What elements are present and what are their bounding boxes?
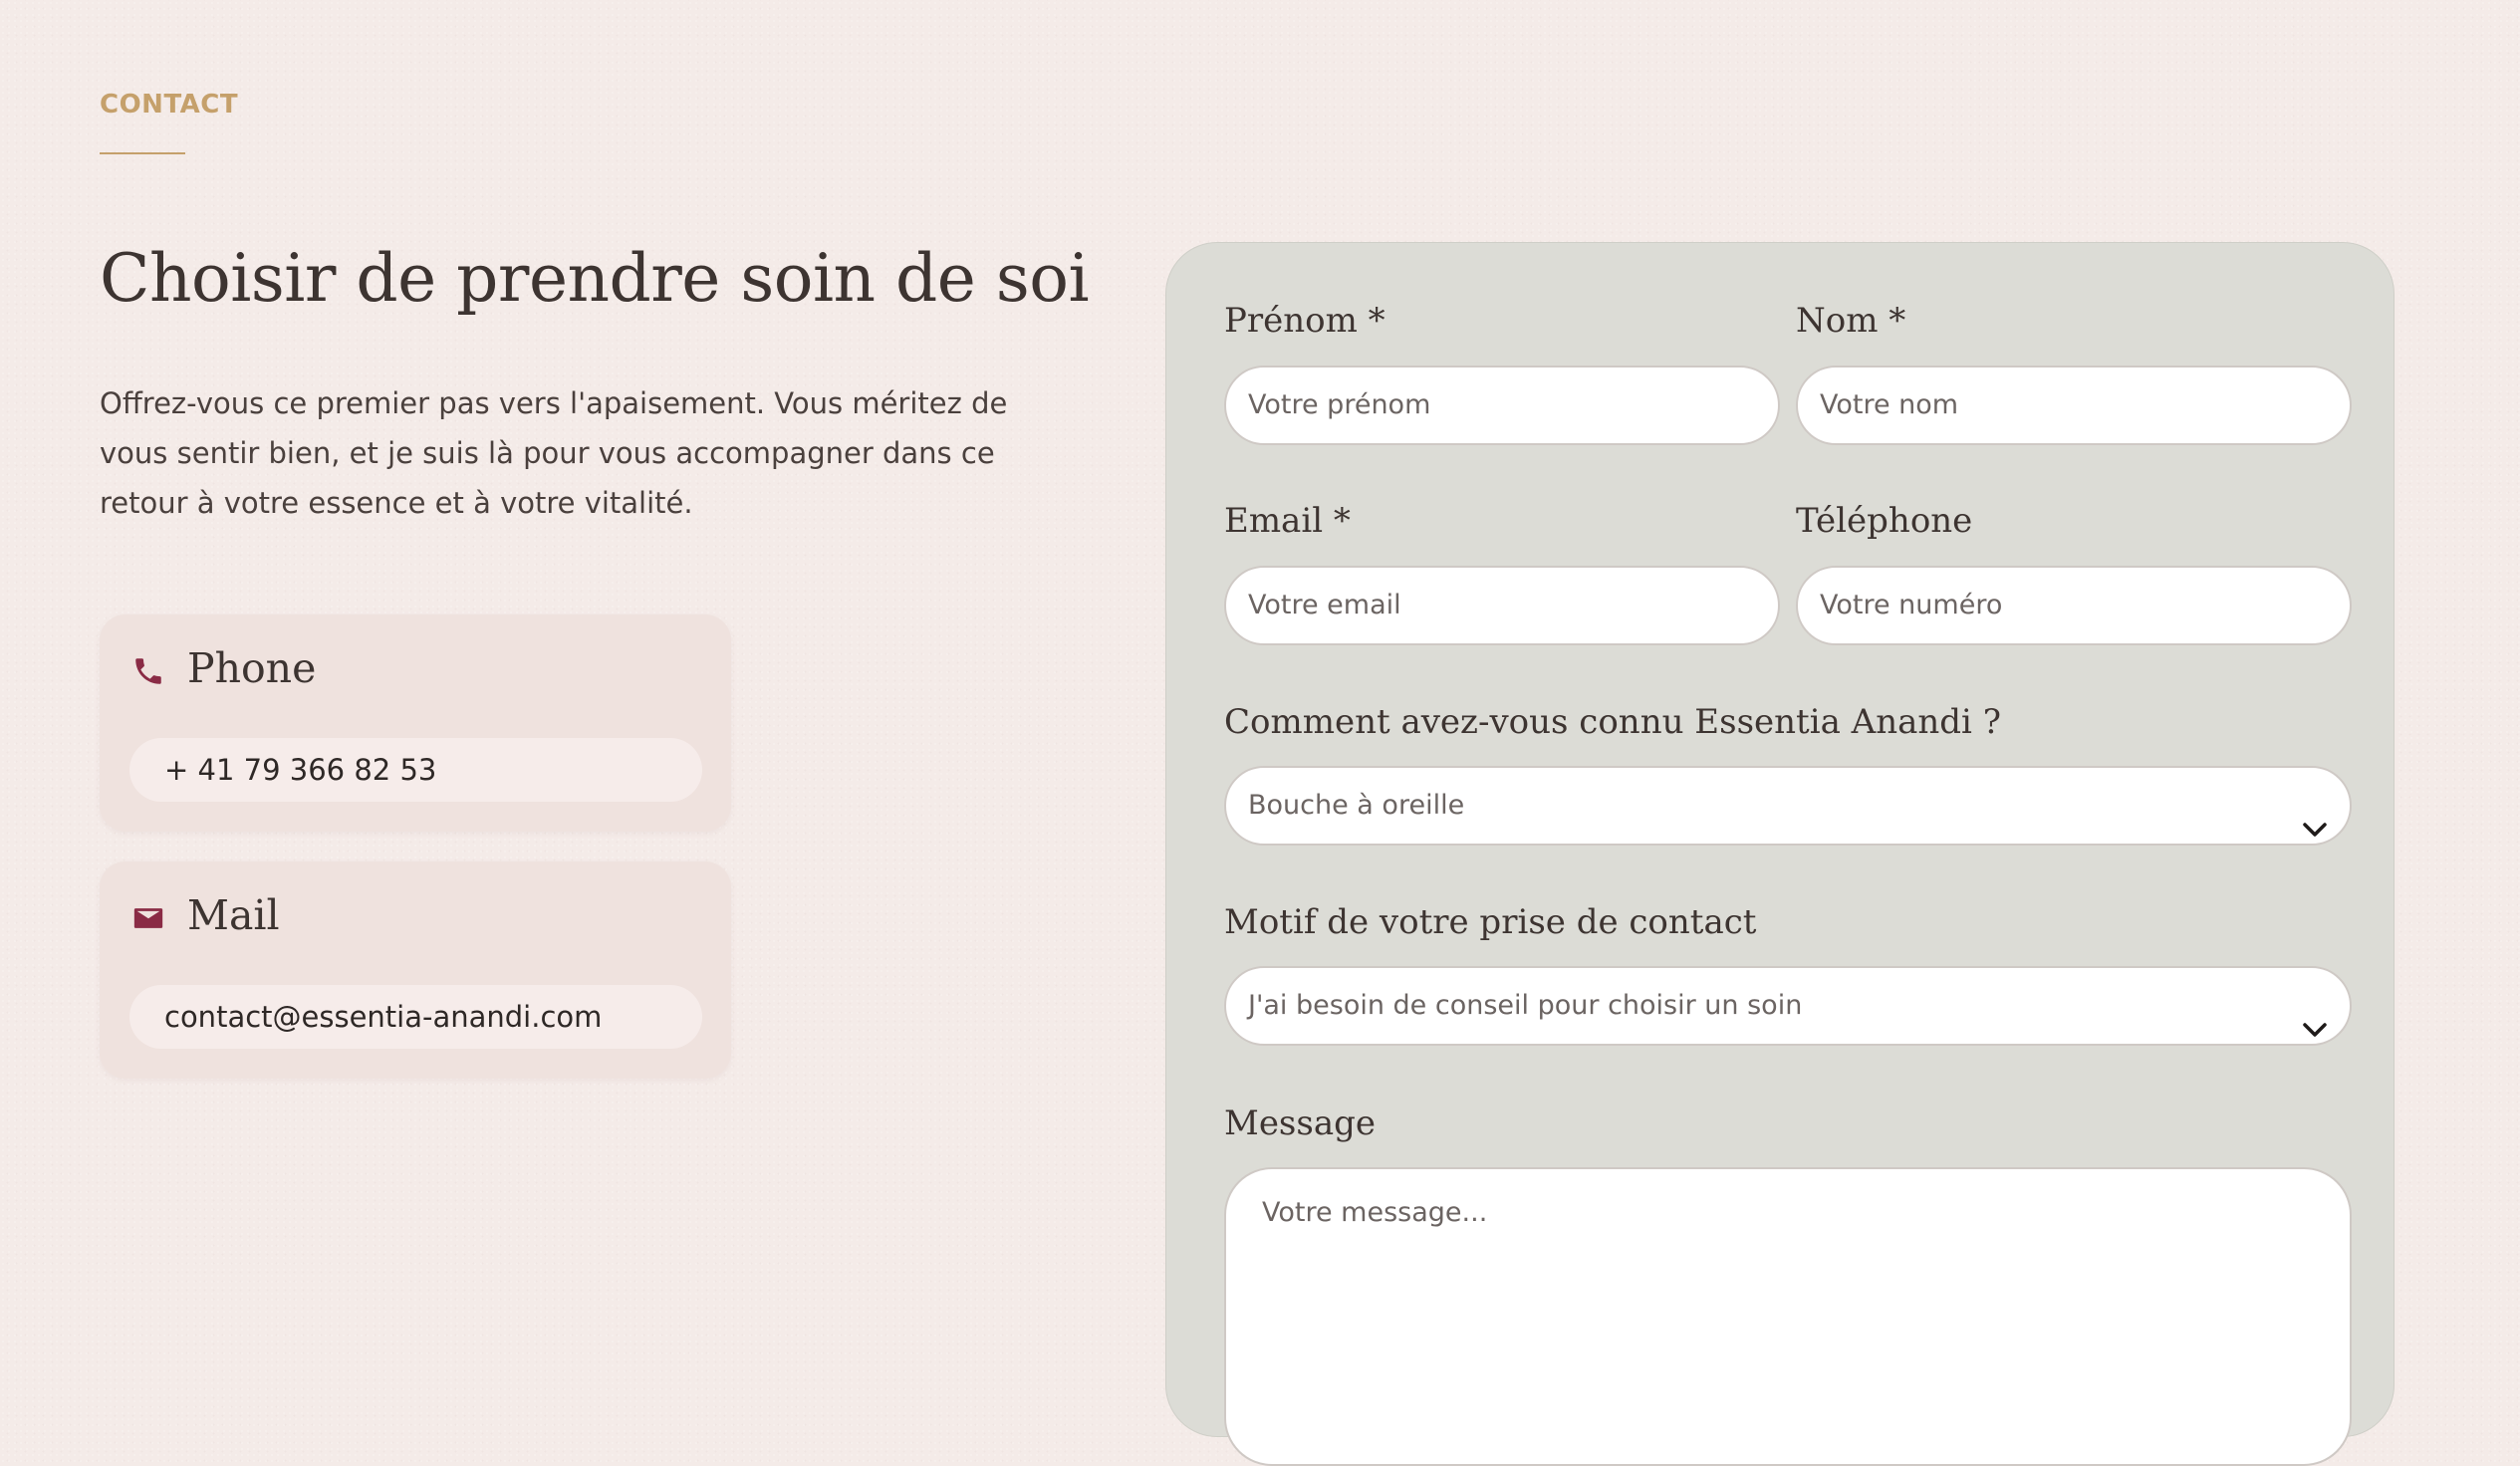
last-name-input[interactable]: Votre nom: [1796, 366, 2352, 445]
chevron-down-icon: [2302, 795, 2328, 837]
chevron-down-icon: [2302, 995, 2328, 1037]
reason-select[interactable]: J'ai besoin de conseil pour choisir un s…: [1224, 966, 2352, 1046]
source-label: Comment avez-vous connu Essentia Anandi …: [1224, 702, 2001, 742]
phone-icon: [131, 654, 165, 688]
first-name-label: Prénom *: [1224, 301, 1386, 341]
page-title: Choisir de prendre soin de soi: [100, 240, 1090, 317]
envelope-icon: [131, 901, 165, 935]
message-label: Message: [1224, 1103, 1376, 1143]
email-label: Email *: [1224, 501, 1351, 541]
reason-label: Motif de votre prise de contact: [1224, 902, 1757, 942]
intro-text: Offrez-vous ce premier pas vers l'apaise…: [100, 386, 1008, 520]
message-textarea[interactable]: Votre message...: [1224, 1167, 2352, 1466]
source-select[interactable]: Bouche à oreille: [1224, 766, 2352, 846]
section-eyebrow: CONTACT: [100, 90, 239, 120]
phone-label: Téléphone: [1796, 501, 1973, 541]
phone-card: Phone + 41 79 366 82 53: [100, 614, 731, 832]
phone-card-title: Phone: [187, 644, 317, 692]
eyebrow-divider: [100, 152, 185, 154]
email-address[interactable]: contact@essentia-anandi.com: [129, 985, 702, 1049]
phone-input[interactable]: Votre numéro: [1796, 566, 2352, 645]
first-name-input[interactable]: Votre prénom: [1224, 366, 1780, 445]
email-input[interactable]: Votre email: [1224, 566, 1780, 645]
mail-card-title: Mail: [187, 891, 280, 939]
reason-selected-value: J'ai besoin de conseil pour choisir un s…: [1248, 990, 1803, 1021]
contact-form: Prénom * Votre prénom Nom * Votre nom Em…: [1165, 242, 2394, 1466]
phone-number[interactable]: + 41 79 366 82 53: [129, 738, 702, 802]
mail-card: Mail contact@essentia-anandi.com: [100, 861, 731, 1079]
source-selected-value: Bouche à oreille: [1248, 790, 1465, 821]
last-name-label: Nom *: [1796, 301, 1906, 341]
